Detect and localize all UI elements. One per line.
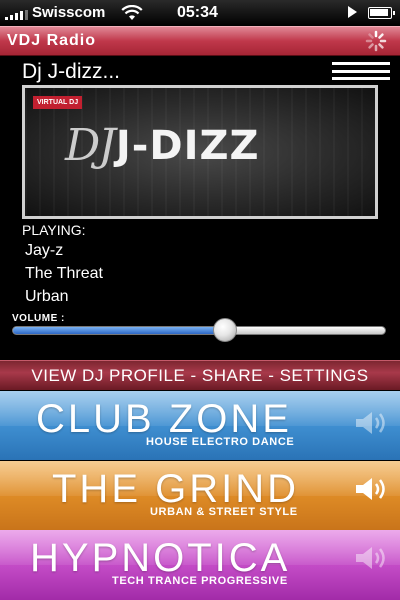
dj-logo-prefix: DJ (65, 120, 116, 171)
volume-slider-fill (13, 327, 226, 334)
station-club-zone[interactable]: CLUB ZONE HOUSE ELECTRO DANCE (0, 391, 400, 460)
station-subtitle: URBAN & STREET STYLE (150, 506, 298, 518)
track-title: The Threat (25, 265, 103, 282)
app-title: VDJ Radio (7, 32, 97, 49)
track-artist: Jay-z (25, 242, 64, 259)
battery-icon (368, 7, 395, 19)
station-subtitle: TECH TRANCE PROGRESSIVE (112, 575, 288, 587)
station-subtitle: HOUSE ELECTRO DANCE (146, 436, 295, 448)
signal-bars-icon (5, 10, 28, 20)
station-the-grind[interactable]: THE GRIND URBAN & STREET STYLE (0, 461, 400, 530)
volume-slider[interactable] (12, 326, 386, 335)
dj-logo: DJ J-DIZZ (65, 120, 260, 171)
playing-label: PLAYING: (22, 222, 86, 238)
status-bar: Swisscom 05:34 (0, 0, 400, 26)
volume-label: VOLUME : (12, 313, 65, 324)
status-time: 05:34 (177, 4, 218, 21)
wifi-icon (121, 5, 143, 20)
volume-slider-knob[interactable] (213, 318, 238, 342)
dj-banner-image[interactable]: VIRTUAL DJ DJ J-DIZZ (22, 85, 378, 219)
track-genre: Urban (25, 288, 69, 305)
profile-share-settings-bar[interactable]: VIEW DJ PROFILE - SHARE - SETTINGS (0, 360, 400, 390)
speaker-icon[interactable] (354, 409, 390, 437)
station-hypnotica[interactable]: HYPNOTICA TECH TRANCE PROGRESSIVE (0, 530, 400, 600)
carrier-name: Swisscom (32, 4, 106, 21)
dj-logo-name: J-DIZZ (115, 122, 260, 169)
virtual-dj-badge: VIRTUAL DJ (33, 96, 83, 109)
menu-icon[interactable] (332, 62, 390, 80)
dj-name: Dj J-dizz... (22, 60, 121, 83)
play-indicator-icon (348, 6, 357, 18)
profile-share-settings-label: VIEW DJ PROFILE - SHARE - SETTINGS (31, 366, 369, 385)
speaker-icon[interactable] (354, 475, 390, 503)
app-title-bar: VDJ Radio (0, 26, 400, 56)
speaker-icon[interactable] (354, 544, 390, 572)
loading-spinner-icon (365, 30, 387, 52)
